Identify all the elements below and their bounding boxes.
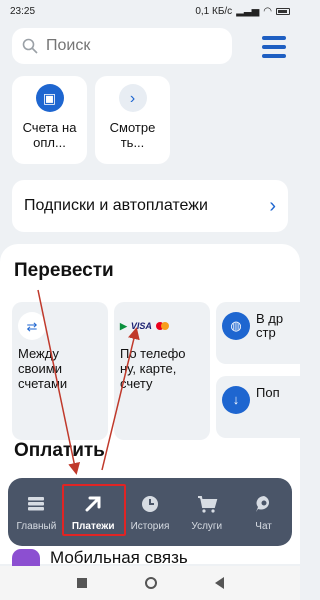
mastercard-icon <box>155 322 169 330</box>
sbp-icon: ▶ <box>120 320 127 331</box>
wifi-icon: ◠ <box>263 5 272 17</box>
nav-label: История <box>130 520 170 532</box>
filter-icon[interactable] <box>262 36 286 58</box>
transfer-by-phone-card[interactable]: ▶ VISA По телефо ну, карте, счету <box>114 302 210 440</box>
transfer-card-label: По телефо ну, карте, счету <box>120 346 186 391</box>
network-speed: 0,1 КБ/с <box>195 5 233 17</box>
back-icon[interactable] <box>214 577 224 589</box>
search-row <box>12 28 288 64</box>
shortcut-label: Счета на опл... <box>22 120 77 150</box>
visa-logo: VISA <box>130 320 152 331</box>
transfer-card-label: Поп <box>256 385 280 400</box>
shortcut-see-all[interactable]: › Смотре ть... <box>95 76 170 164</box>
shortcut-label: Смотре ть... <box>109 120 156 150</box>
status-indicators: 0,1 КБ/с ▂▃▅ ◠ <box>195 6 290 17</box>
chat-icon <box>255 495 269 512</box>
nav-label: Платежи <box>71 520 115 532</box>
nav-label: Услуги <box>191 520 223 532</box>
globe-icon: ◍ <box>222 312 250 340</box>
nav-item-payments[interactable]: Платежи <box>67 493 119 532</box>
nav-label: Главный <box>16 520 57 532</box>
chevron-right-icon: › <box>269 194 276 217</box>
operator-icon <box>12 549 40 567</box>
chevron-right-icon: › <box>118 84 147 112</box>
download-icon: ↓ <box>222 386 250 414</box>
transfer-card-label: Между своими счетами <box>18 346 68 391</box>
nav-item-history[interactable]: История <box>124 493 176 532</box>
search-box[interactable] <box>12 28 232 64</box>
payment-logos: ▶ VISA <box>120 312 204 340</box>
home-icon[interactable] <box>144 577 157 589</box>
system-navigation-bar <box>0 566 300 600</box>
cart-icon <box>197 495 218 513</box>
bottom-navigation: Главный Платежи История Услуги Чат <box>8 478 292 546</box>
transfer-options: ⇄ Между своими счетами ▶ VISA По телефо … <box>12 302 312 440</box>
status-time: 23:25 <box>10 5 36 17</box>
transfer-topup[interactable]: ↓ Поп <box>216 376 312 438</box>
nav-item-services[interactable]: Услуги <box>181 493 233 532</box>
transfer-title: Перевести <box>14 260 114 281</box>
pay-title: Оплатить <box>14 440 105 461</box>
clock-icon <box>141 495 158 512</box>
transfer-card-label: В др стр <box>256 311 284 340</box>
nav-item-home[interactable]: Главный <box>10 493 62 532</box>
cards-icon <box>28 496 45 510</box>
arrow-up-right-icon <box>85 496 101 511</box>
shortcut-invoices[interactable]: ▣ Счета на опл... <box>12 76 87 164</box>
search-input[interactable] <box>46 37 206 55</box>
battery-icon <box>276 7 290 15</box>
list-item-label: Мобильная связь <box>50 548 188 567</box>
subscriptions-label: Подписки и автоплатежи <box>24 197 208 214</box>
nav-item-chat[interactable]: Чат <box>238 493 290 532</box>
status-bar: 23:25 0,1 КБ/с ▂▃▅ ◠ <box>0 0 300 22</box>
recent-apps-icon[interactable] <box>76 578 87 588</box>
subscriptions-button[interactable]: Подписки и автоплатежи › <box>12 180 288 232</box>
list-item[interactable]: Мобильная связь <box>12 548 188 568</box>
swap-arrows-icon: ⇄ <box>18 312 46 340</box>
signal-icon: ▂▃▅ <box>236 5 260 17</box>
nav-label: Чат <box>255 520 272 532</box>
shortcuts-row: ▣ Счета на опл... › Смотре ть... <box>12 76 170 164</box>
transfer-abroad[interactable]: ◍ В др стр <box>216 302 312 364</box>
transfer-between-accounts[interactable]: ⇄ Между своими счетами <box>12 302 108 440</box>
invoice-icon: ▣ <box>35 84 64 112</box>
transfer-right-column: ◍ В др стр ↓ Поп <box>216 302 312 440</box>
search-icon <box>22 38 38 54</box>
